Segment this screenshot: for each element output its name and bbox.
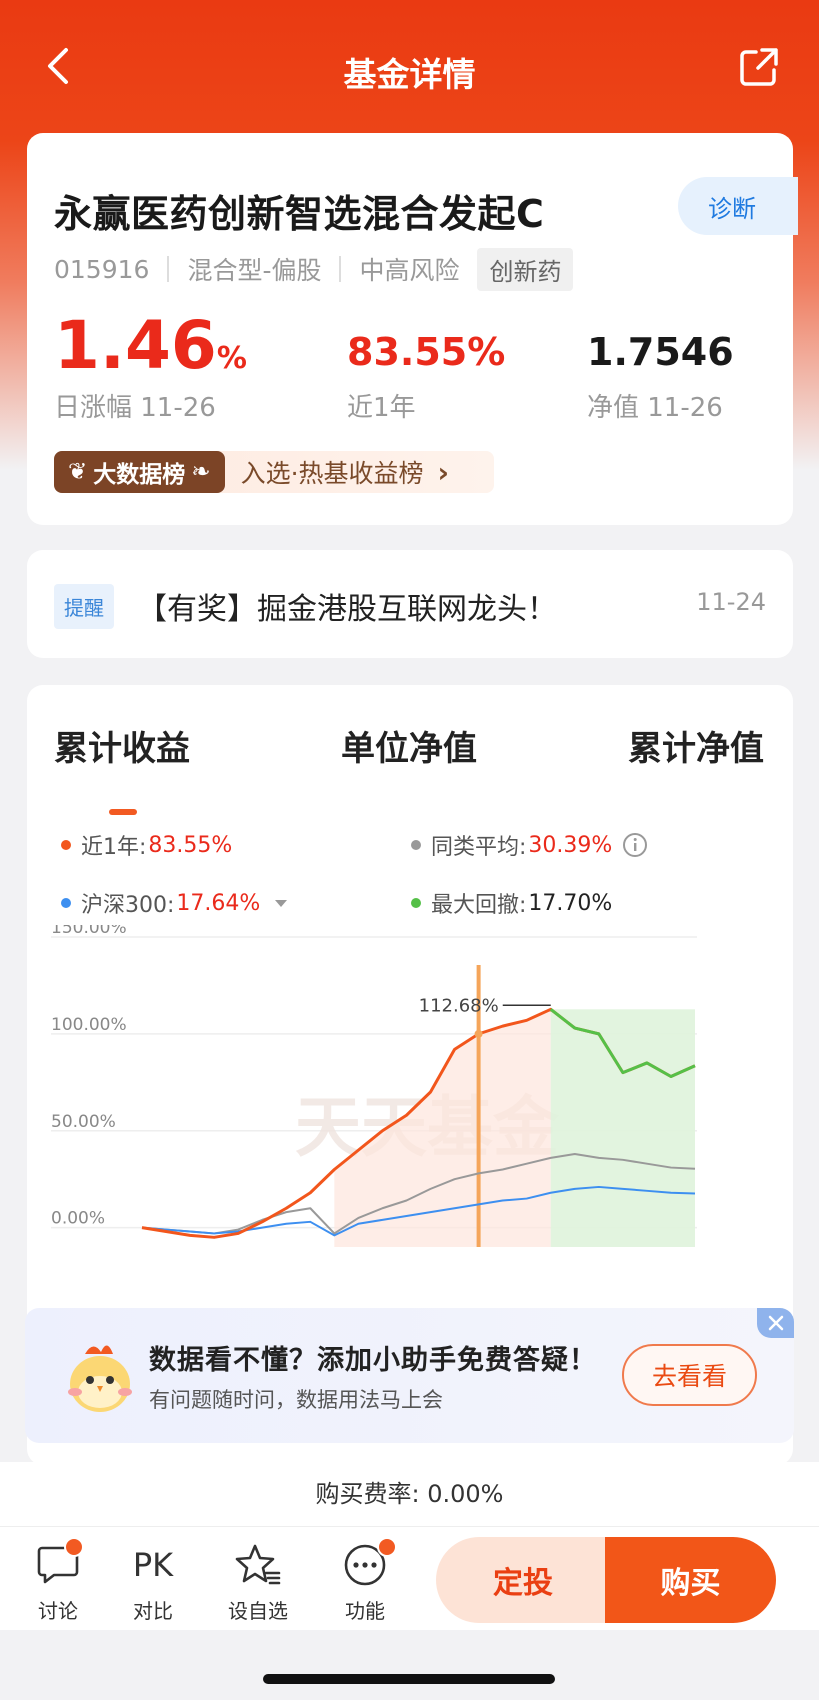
tab-cumulative-nav[interactable]: 累计净值: [628, 721, 764, 770]
home-indicator[interactable]: [263, 1674, 555, 1684]
legend-peer: 同类平均: 30.39%: [411, 829, 648, 861]
legend-drawdown: 最大回撤: 17.70%: [411, 887, 612, 919]
legend-peer-value: 30.39%: [528, 832, 613, 858]
compare-label: 对比: [133, 1599, 173, 1623]
divider: [167, 256, 170, 282]
year-return-stat: 83.55% 近1年: [347, 333, 505, 424]
home-indicator-area: [0, 1630, 819, 1700]
y-tick-label: 100.00%: [51, 1015, 127, 1035]
star-list-icon: [235, 1544, 281, 1585]
y-axis-ticks: 150.00% 100.00% 50.00% 0.00%: [51, 925, 127, 1229]
diagnose-button[interactable]: 诊断: [678, 177, 798, 235]
notice-card[interactable]: 提醒 【有奖】掘金港股互联网龙头！ 11-24: [27, 550, 793, 658]
nav-label: 净值 11-26: [587, 393, 723, 423]
y-tick-label: 0.00%: [51, 1209, 105, 1229]
theme-tag[interactable]: 创新药: [477, 247, 574, 291]
fund-type: 混合型-偏股: [187, 256, 322, 285]
watchlist-label: 设自选: [228, 1599, 288, 1623]
laurel-left-icon: ❦: [68, 459, 88, 485]
rank-text: 入选·热基收益榜: [240, 459, 424, 488]
legend-fund-label: 近1年:: [81, 835, 147, 860]
y-tick-label: 50.00%: [51, 1112, 116, 1132]
legend-dot: [61, 840, 71, 850]
nav-stat: 1.7546 净值 11-26: [587, 333, 734, 424]
auto-invest-button[interactable]: 定投: [436, 1537, 610, 1623]
notice-text: 【有奖】掘金港股互联网龙头！: [137, 592, 557, 627]
legend-dot: [411, 840, 421, 850]
mascot-avatar-icon: [68, 1345, 132, 1412]
info-icon[interactable]: [622, 832, 648, 858]
legend-fund-value: 83.55%: [148, 832, 233, 858]
fund-name: 永赢医药创新智选混合发起C: [54, 192, 545, 236]
caret-down-icon[interactable]: [274, 898, 288, 908]
legend-index[interactable]: 沪深300: 17.64%: [61, 887, 288, 919]
daily-change-value: 1.46: [54, 307, 217, 384]
pk-icon: PK: [132, 1546, 174, 1584]
close-icon[interactable]: [757, 1308, 794, 1338]
assistant-subtitle: 有问题随时问，数据用法马上会: [149, 1388, 443, 1412]
return-line-chart[interactable]: 150.00%100.00%50.00%0.00% 天天基金 112.68%: [27, 925, 793, 1255]
legend-peer-label: 同类平均:: [431, 835, 527, 860]
drawdown-area: [550, 1009, 695, 1247]
legend-fund: 近1年: 83.55%: [61, 829, 232, 861]
tab-cumulative-return[interactable]: 累计收益: [54, 721, 190, 770]
assistant-title: 数据看不懂？添加小助手免费答疑！: [149, 1345, 597, 1376]
notification-dot: [377, 1537, 397, 1557]
peak-label: 112.68%: [419, 995, 499, 1016]
active-tab-indicator: [109, 809, 137, 815]
year-return-label: 近1年: [347, 393, 416, 423]
fund-risk: 中高风险: [359, 256, 460, 285]
y-tick-label: 150.00%: [51, 925, 127, 938]
discuss-label: 讨论: [38, 1599, 78, 1623]
year-return-value: 83.55%: [347, 330, 506, 374]
purchase-fee: 购买费率: 0.00%: [0, 1462, 819, 1526]
legend-dot: [61, 898, 71, 908]
fund-code: 015916: [54, 254, 150, 284]
assistant-banner[interactable]: 数据看不懂？添加小助手免费答疑！ 有问题随时问，数据用法马上会 去看看: [25, 1308, 794, 1443]
daily-change-label: 日涨幅 11-26: [54, 393, 216, 423]
notification-dot: [64, 1537, 84, 1557]
divider: [339, 256, 342, 282]
rank-banner[interactable]: ❦ 大数据榜 ❧ 入选·热基收益榜 ›: [54, 451, 494, 493]
compare-button[interactable]: PK 对比: [113, 1541, 193, 1624]
chevron-right-icon: ›: [437, 455, 450, 489]
notice-tag: 提醒: [54, 584, 114, 629]
fund-meta: 015916 混合型-偏股 中高风险 创新药: [54, 247, 574, 291]
daily-change-unit: %: [216, 341, 247, 376]
legend-drawdown-value: 17.70%: [528, 890, 613, 916]
functions-button[interactable]: 功能: [325, 1537, 405, 1624]
legend-index-label: 沪深300:: [81, 893, 175, 918]
legend-drawdown-label: 最大回撤:: [431, 893, 527, 918]
go-see-button[interactable]: 去看看: [622, 1344, 757, 1406]
tab-unit-nav[interactable]: 单位净值: [341, 721, 477, 770]
rank-badge-label: 大数据榜: [93, 462, 186, 488]
add-watchlist-button[interactable]: 设自选: [218, 1541, 298, 1624]
discuss-button[interactable]: 讨论: [18, 1537, 98, 1624]
notice-date: 11-24: [696, 588, 766, 616]
page-title: 基金详情: [343, 55, 476, 94]
buy-button[interactable]: 购买: [605, 1537, 776, 1623]
big-data-rank-badge: ❦ 大数据榜 ❧: [54, 451, 225, 493]
legend-index-value: 17.64%: [176, 890, 261, 916]
legend-dot: [411, 898, 421, 908]
nav-value: 1.7546: [587, 330, 734, 374]
fund-summary-card: 永赢医药创新智选混合发起C 诊断 015916 混合型-偏股 中高风险 创新药 …: [27, 133, 798, 525]
share-icon[interactable]: [738, 46, 780, 88]
laurel-right-icon: ❧: [191, 459, 211, 485]
marker-dot: [474, 1029, 483, 1038]
bottom-action-bar: 讨论 PK 对比 设自选 功能 定投 购买: [0, 1526, 819, 1630]
chart-tabs: 累计收益 单位净值 累计净值: [27, 721, 793, 815]
nav-bar: 基金详情: [0, 0, 819, 135]
daily-change-stat: 1.46% 日涨幅 11-26: [54, 313, 247, 424]
functions-label: 功能: [345, 1599, 385, 1623]
